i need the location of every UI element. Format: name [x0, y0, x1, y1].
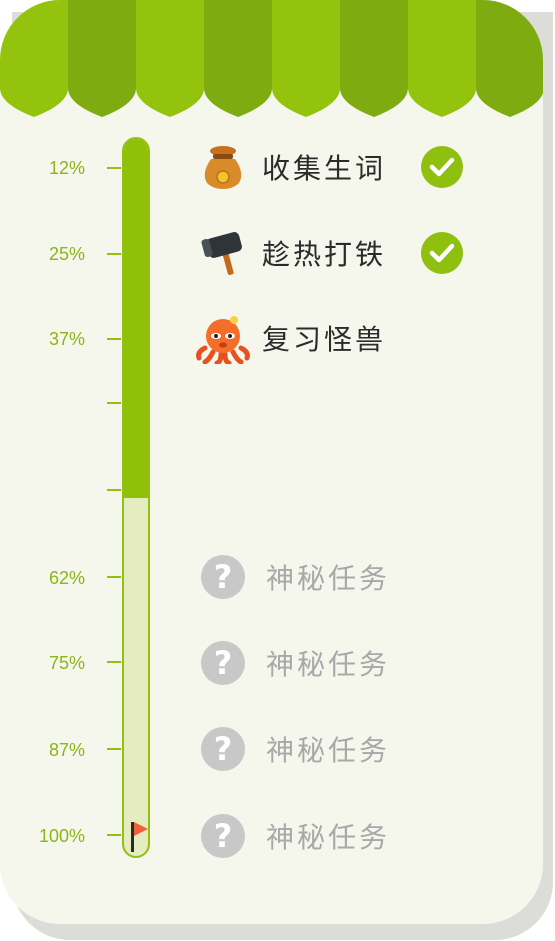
task-label: 神秘任务 [266, 562, 391, 595]
tick-mark [107, 338, 121, 340]
task-label: 神秘任务 [266, 648, 391, 681]
awning-decoration [0, 0, 543, 117]
task-item-mystery[interactable]: ? 神秘任务 [194, 808, 390, 864]
awning-stripe [272, 0, 340, 117]
tick-mark [107, 167, 121, 169]
awning-stripe [0, 0, 68, 117]
task-label: 神秘任务 [266, 734, 391, 767]
task-item-mystery[interactable]: ? 神秘任务 [194, 635, 390, 691]
task-item-collect-words[interactable]: 收集生词 [194, 139, 386, 195]
money-bag-icon [194, 139, 252, 195]
finish-flag-icon [131, 822, 148, 852]
task-item-strike-while-hot[interactable]: 趁热打铁 [194, 225, 386, 281]
tick-mark [107, 576, 121, 578]
question-mark-icon: ? [201, 555, 245, 599]
checkmark-icon [421, 146, 463, 188]
awning-stripe [136, 0, 204, 117]
task-label: 神秘任务 [266, 821, 391, 854]
tick-mark [107, 402, 121, 404]
task-label: 趁热打铁 [262, 238, 387, 271]
task-label: 收集生词 [262, 152, 387, 185]
progress-fill [124, 139, 148, 498]
tick-label: 75% [48, 653, 85, 673]
awning-stripe [408, 0, 476, 117]
awning-stripe [68, 0, 136, 117]
tick-label: 87% [48, 740, 85, 760]
awning-stripe [204, 0, 272, 117]
progress-track [122, 137, 150, 858]
tick-mark [107, 834, 121, 836]
task-item-mystery[interactable]: ? 神秘任务 [194, 549, 390, 605]
task-label: 复习怪兽 [262, 323, 387, 356]
tick-label: 37% [48, 329, 85, 349]
tick-label: 62% [48, 568, 85, 588]
task-card: 12% 25% 37% 62% 75% 87% 100% 收集生词 趁热打铁 复… [0, 0, 543, 924]
tick-mark [107, 661, 121, 663]
question-mark-icon: ? [201, 641, 245, 685]
awning-stripe [476, 0, 543, 117]
task-item-review-monster[interactable]: 复习怪兽 [194, 310, 386, 366]
tick-mark [107, 748, 121, 750]
tick-mark [107, 253, 121, 255]
task-item-mystery[interactable]: ? 神秘任务 [194, 721, 390, 777]
octopus-monster-icon [194, 310, 252, 366]
question-mark-icon: ? [201, 727, 245, 771]
tick-label: 100% [38, 826, 85, 846]
tick-label: 12% [48, 158, 85, 178]
question-mark-icon: ? [201, 814, 245, 858]
hammer-icon [194, 225, 252, 281]
checkmark-icon [421, 232, 463, 274]
awning-stripe [340, 0, 408, 117]
tick-mark [107, 489, 121, 491]
tick-label: 25% [48, 244, 85, 264]
